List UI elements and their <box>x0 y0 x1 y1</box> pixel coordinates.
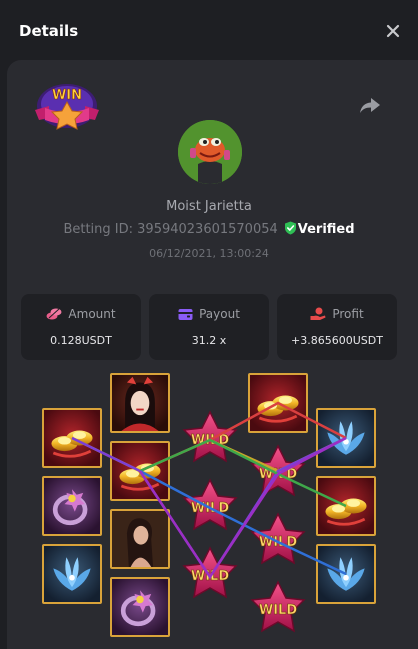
betting-id-value: 39594023601570054 <box>137 222 278 237</box>
share-icon[interactable] <box>359 96 381 114</box>
purple-ring-icon <box>110 577 170 637</box>
geisha-icon <box>110 373 170 433</box>
verified-label: Verified <box>297 222 355 237</box>
betting-id-row: Betting ID: 39594023601570054 Verified <box>0 221 418 237</box>
svg-text:WILD: WILD <box>191 433 229 448</box>
wild-symbol-icon: WILD <box>179 478 241 538</box>
wild-symbol-icon: WILD <box>247 512 309 572</box>
purple-ring-icon <box>42 476 102 536</box>
wild-symbol-icon: WILD <box>247 580 309 640</box>
stat-profit-label: Profit <box>332 307 364 321</box>
close-icon[interactable] <box>382 20 404 42</box>
slot-reels: WILD WILD WILD WILD WILD WILD <box>0 370 418 649</box>
dialog-title: Details <box>19 22 79 40</box>
wild-symbol-icon: WILD <box>247 444 309 504</box>
blue-lotus-icon <box>316 544 376 604</box>
gold-ingots-icon <box>316 476 376 536</box>
stat-profit: Profit +3.865600USDT <box>277 294 397 360</box>
blue-lotus-icon <box>42 544 102 604</box>
stat-profit-value: +3.865600USDT <box>291 334 383 347</box>
blue-lotus-icon <box>316 408 376 468</box>
player-name: Moist Jarietta <box>166 199 252 214</box>
svg-text:WILD: WILD <box>191 501 229 516</box>
gold-ingots-icon <box>110 441 170 501</box>
wild-symbol-icon: WILD <box>179 410 241 470</box>
win-badge-icon: WIN <box>31 80 103 132</box>
avatar <box>178 120 242 184</box>
svg-text:WILD: WILD <box>191 569 229 584</box>
betting-id-label: Betting ID: <box>63 222 134 237</box>
stat-payout: Payout 31.2 x <box>149 294 269 360</box>
gold-ingots-icon <box>42 408 102 468</box>
stat-amount: Amount 0.128USDT <box>21 294 141 360</box>
dialog-header: Details <box>0 0 418 60</box>
stat-payout-label: Payout <box>199 307 240 321</box>
svg-text:WILD: WILD <box>259 467 297 482</box>
svg-text:WIN: WIN <box>52 88 82 103</box>
verified-shield-icon <box>284 221 297 235</box>
lady-icon <box>110 509 170 569</box>
wallet-icon <box>178 309 193 320</box>
stat-payout-value: 31.2 x <box>191 334 227 347</box>
bet-datetime: 06/12/2021, 13:00:24 <box>149 247 269 260</box>
wild-symbol-icon: WILD <box>179 546 241 606</box>
coins-icon <box>46 308 62 320</box>
profit-hand-icon <box>310 307 326 320</box>
stat-amount-label: Amount <box>68 307 116 321</box>
stat-amount-value: 0.128USDT <box>50 334 112 347</box>
gold-ingots-icon <box>248 373 308 433</box>
svg-text:WILD: WILD <box>259 603 297 618</box>
svg-text:WILD: WILD <box>259 535 297 550</box>
